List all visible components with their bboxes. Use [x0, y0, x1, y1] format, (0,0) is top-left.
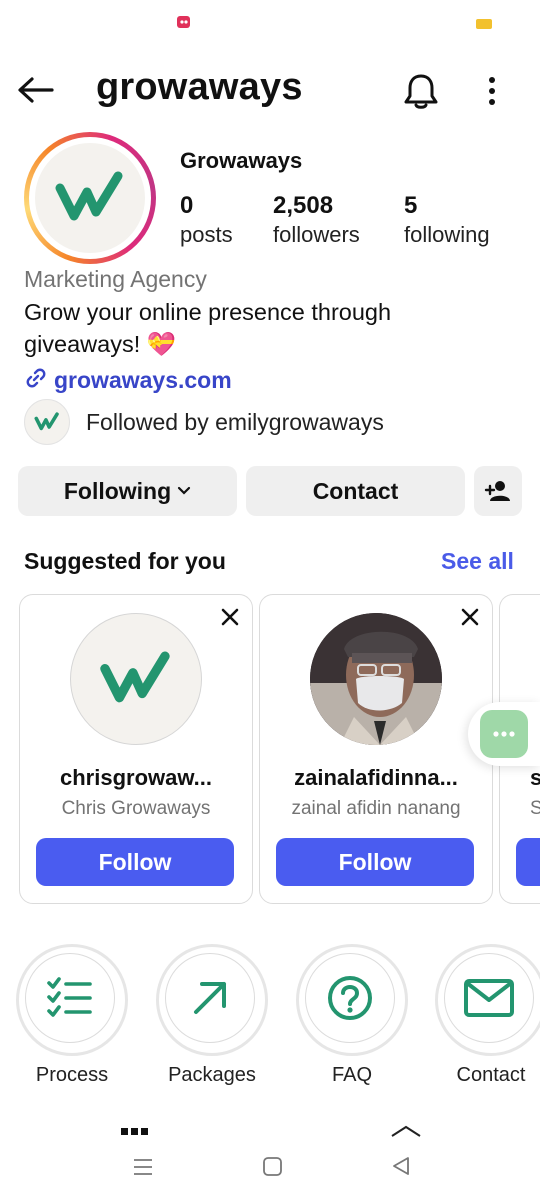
- highlight-label: Process: [35, 1064, 109, 1086]
- close-icon[interactable]: [218, 605, 242, 629]
- question-icon: [305, 953, 395, 1043]
- system-navigation-bar: [0, 1142, 540, 1200]
- follower-avatar: [24, 399, 70, 445]
- back-nav-icon[interactable]: [390, 1155, 412, 1182]
- bio-line: giveaways! 💝: [24, 331, 177, 357]
- profile-tabs[interactable]: [0, 1124, 540, 1138]
- battery-icon: [476, 19, 492, 29]
- suggested-title: Suggested for you: [24, 548, 226, 574]
- suggestion-username: zainalafidinna...: [294, 765, 458, 790]
- highlight-label: Packages: [168, 1064, 256, 1086]
- checklist-icon: [25, 953, 115, 1043]
- back-icon[interactable]: [14, 70, 58, 110]
- mail-icon: [444, 953, 534, 1043]
- contact-button[interactable]: Contact: [246, 466, 465, 516]
- arrow-up-right-icon: [165, 953, 255, 1043]
- chevron-down-icon: [177, 486, 191, 496]
- recent-apps-icon[interactable]: [132, 1156, 154, 1183]
- suggestion-avatar-photo[interactable]: [310, 613, 442, 745]
- suggestion-fullname: Chris Growaways: [61, 798, 211, 819]
- see-all-link[interactable]: See all: [441, 548, 514, 575]
- highlight-contact[interactable]: Contact: [435, 944, 540, 1087]
- following-button[interactable]: Following: [18, 466, 237, 516]
- highlight-label: FAQ: [331, 1064, 372, 1086]
- following-label: following: [404, 222, 490, 247]
- suggestion-username: chrisgrowaw...: [59, 765, 212, 790]
- followers-count: 2,508: [273, 192, 334, 219]
- add-user-button[interactable]: [474, 466, 522, 516]
- growaways-logo: [35, 143, 145, 253]
- chat-dots-icon[interactable]: [480, 710, 528, 758]
- highlight-process[interactable]: Process: [16, 944, 128, 1087]
- followers-stat[interactable]: 2,508 followers: [273, 192, 360, 250]
- profile-avatar[interactable]: [24, 132, 156, 264]
- following-button-label: Following: [63, 477, 172, 504]
- follow-button[interactable]: Follow: [276, 838, 474, 886]
- suggestion-card[interactable]: chrisgrowaw... Chris Growaways Follow: [19, 594, 253, 904]
- posts-stat[interactable]: 0 posts: [180, 192, 233, 250]
- bio-line: Grow your online presence through: [24, 299, 392, 325]
- add-user-icon: [484, 479, 512, 503]
- following-stat[interactable]: 5 following: [404, 192, 490, 250]
- suggestion-username: s: [530, 765, 540, 791]
- profile-username: growaways: [96, 66, 303, 108]
- home-icon[interactable]: [262, 1156, 284, 1183]
- followed-by-text: Followed by emilygrowaways: [86, 408, 384, 435]
- display-name: Growaways: [180, 148, 303, 173]
- notification-app-icon: [176, 14, 192, 30]
- followed-by-row[interactable]: Followed by emilygrowaways: [24, 398, 384, 446]
- posts-label: posts: [180, 222, 233, 247]
- close-icon[interactable]: [458, 605, 482, 629]
- website-link[interactable]: growaways.com: [24, 365, 232, 395]
- highlight-label: Contact: [456, 1064, 526, 1086]
- chat-bubble[interactable]: [468, 702, 540, 766]
- highlight-packages[interactable]: Packages: [156, 944, 268, 1087]
- bell-icon[interactable]: [400, 70, 442, 112]
- suggestion-card[interactable]: zainalafidinna... zainal afidin nanang F…: [259, 594, 493, 904]
- more-options-icon[interactable]: [472, 72, 512, 112]
- profile-bio: Grow your online presence through giveaw…: [24, 296, 504, 360]
- following-count: 5: [404, 192, 418, 219]
- highlight-faq[interactable]: FAQ: [296, 944, 408, 1087]
- link-icon: [24, 366, 48, 395]
- website-text: growaways.com: [54, 366, 232, 393]
- follow-button[interactable]: Follow: [36, 838, 234, 886]
- suggestion-fullname: zainal afidin nanang: [291, 798, 461, 819]
- follow-button[interactable]: [516, 838, 540, 886]
- followers-label: followers: [273, 222, 360, 247]
- posts-count: 0: [180, 192, 194, 219]
- suggestion-avatar[interactable]: [70, 613, 202, 745]
- suggestion-fullname: S: [530, 798, 540, 820]
- profile-category: Marketing Agency: [24, 266, 207, 292]
